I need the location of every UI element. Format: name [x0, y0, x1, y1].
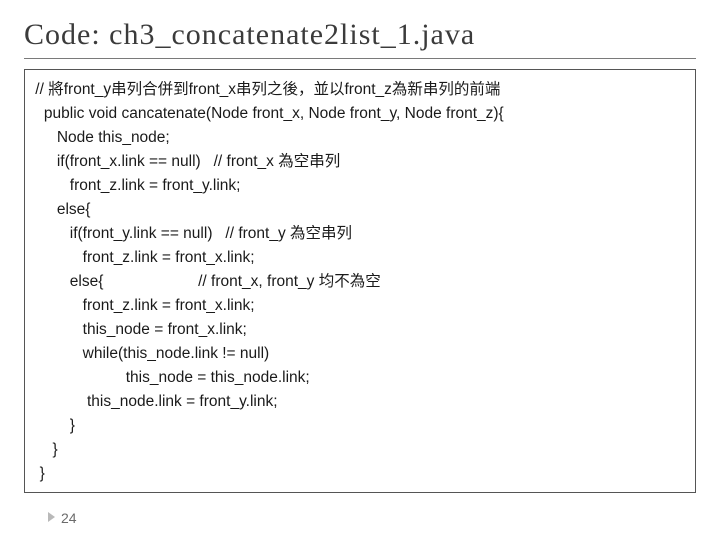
code-line: }: [31, 414, 689, 438]
code-line: front_z.link = front_x.link;: [31, 246, 689, 270]
code-line: this_node = this_node.link;: [31, 366, 689, 390]
code-line: while(this_node.link != null): [31, 342, 689, 366]
code-line: else{: [31, 198, 689, 222]
code-line: Node this_node;: [31, 126, 689, 150]
code-line: if(front_x.link == null) // front_x 為空串列: [31, 150, 689, 174]
code-line: this_node.link = front_y.link;: [31, 390, 689, 414]
code-line: this_node = front_x.link;: [31, 318, 689, 342]
code-line: if(front_y.link == null) // front_y 為空串列: [31, 222, 689, 246]
code-line: front_z.link = front_x.link;: [31, 294, 689, 318]
code-line: public void cancatenate(Node front_x, No…: [31, 102, 689, 126]
page-number: 24: [48, 510, 77, 526]
code-line: front_z.link = front_y.link;: [31, 174, 689, 198]
code-line: // 將front_y串列合併到front_x串列之後，並以front_z為新串…: [31, 78, 689, 102]
code-block: // 將front_y串列合併到front_x串列之後，並以front_z為新串…: [24, 69, 696, 493]
code-line: }: [31, 438, 689, 462]
code-line: }: [31, 462, 689, 486]
slide-title: Code: ch3_concatenate2list_1.java: [24, 18, 696, 59]
code-line: else{ // front_x, front_y 均不為空: [31, 270, 689, 294]
